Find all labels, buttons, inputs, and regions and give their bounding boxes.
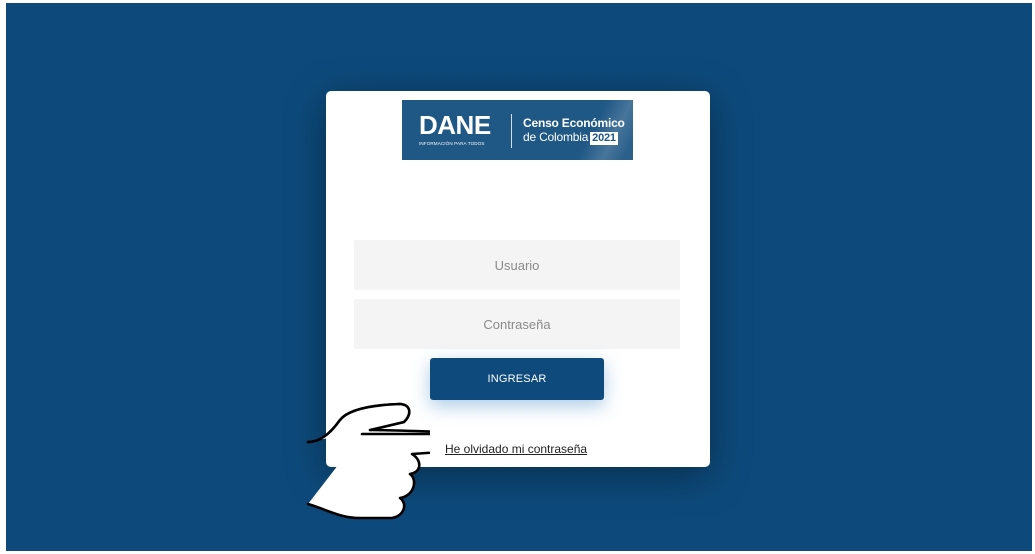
logo-title: Censo Económico xyxy=(523,116,625,130)
dane-censo-logo: DANE INFORMACIÓN PARA TODOS Censo Económ… xyxy=(402,100,633,160)
logo-tagline: INFORMACIÓN PARA TODOS xyxy=(419,141,485,146)
login-button[interactable]: INGRESAR xyxy=(430,358,604,400)
logo-subtitle: de Colombia 2021 xyxy=(523,130,618,145)
pointing-hand-icon xyxy=(306,402,430,520)
username-input[interactable] xyxy=(354,240,680,290)
logo-subtitle-text: de Colombia xyxy=(523,130,589,144)
forgot-password-link[interactable]: He olvidado mi contraseña xyxy=(445,442,587,456)
logo-brand: DANE xyxy=(419,110,491,140)
logo-year: 2021 xyxy=(590,132,618,145)
logo-separator xyxy=(511,114,512,148)
password-input[interactable] xyxy=(354,299,680,349)
